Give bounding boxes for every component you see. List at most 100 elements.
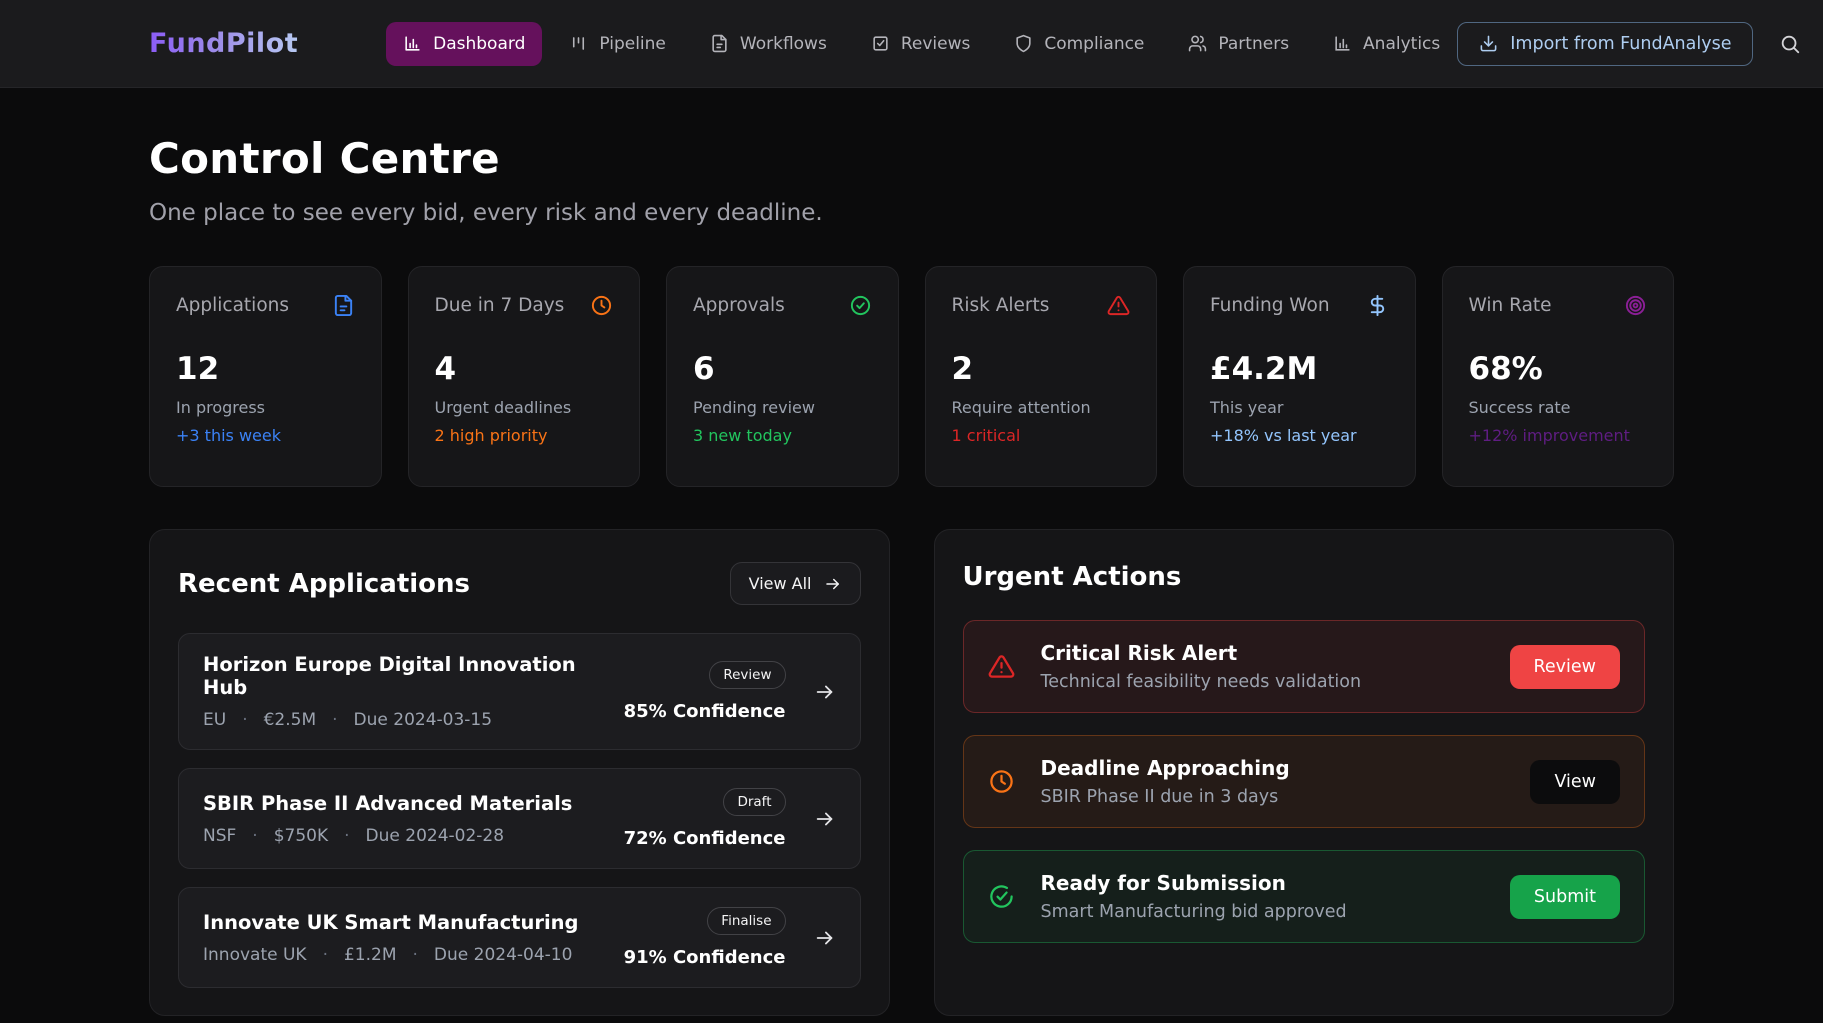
nav-item-analytics[interactable]: Analytics [1316, 22, 1457, 66]
application-amount: $750K [274, 826, 366, 846]
nav-item-dashboard[interactable]: Dashboard [386, 22, 542, 66]
file-text-icon [710, 34, 729, 53]
confidence-value: 91% Confidence [624, 947, 786, 968]
nav-item-workflows[interactable]: Workflows [693, 22, 844, 66]
recent-applications-title: Recent Applications [178, 569, 470, 599]
stat-card-risk-alerts[interactable]: Risk Alerts 2 Require attention 1 critic… [925, 266, 1158, 487]
stat-title: Win Rate [1469, 295, 1552, 316]
stat-card-due-in-7-days[interactable]: Due in 7 Days 4 Urgent deadlines 2 high … [408, 266, 641, 487]
status-badge: Review [709, 661, 785, 689]
stat-trend: +12% improvement [1469, 426, 1648, 445]
stat-value: 68% [1469, 351, 1648, 387]
stat-trend: 2 high priority [435, 426, 614, 445]
application-org: Innovate UK [203, 945, 344, 965]
application-org: NSF [203, 826, 274, 846]
top-nav: FundPilot Dashboard Pipeline Workflows R… [0, 0, 1823, 88]
download-icon [1479, 34, 1498, 53]
application-name: Innovate UK Smart Manufacturing [203, 911, 624, 934]
arrow-right-icon[interactable] [814, 927, 836, 949]
action-description: SBIR Phase II due in 3 days [1041, 787, 1505, 807]
application-name: Horizon Europe Digital Innovation Hub [203, 653, 624, 699]
nav-item-label: Dashboard [433, 34, 525, 54]
application-amount: €2.5M [264, 710, 354, 730]
nav-items: Dashboard Pipeline Workflows Reviews Com… [386, 22, 1457, 66]
urgent-actions-title: Urgent Actions [963, 562, 1182, 592]
import-from-fundanalyse-button[interactable]: Import from FundAnalyse [1457, 22, 1753, 66]
stat-trend: +18% vs last year [1210, 426, 1389, 445]
nav-item-label: Reviews [901, 34, 971, 54]
view-all-button[interactable]: View All [730, 562, 861, 605]
nav-item-compliance[interactable]: Compliance [997, 22, 1161, 66]
action-title: Ready for Submission [1041, 871, 1484, 895]
stat-value: £4.2M [1210, 351, 1389, 387]
application-row-innovate-uk[interactable]: Innovate UK Smart Manufacturing Innovate… [178, 887, 861, 988]
nav-item-label: Compliance [1044, 34, 1144, 54]
application-org: EU [203, 710, 264, 730]
nav-item-label: Workflows [740, 34, 827, 54]
shield-icon [1014, 34, 1033, 53]
application-due-date: Due 2024-03-15 [354, 710, 493, 730]
urgent-action-deadline: Deadline Approaching SBIR Phase II due i… [963, 735, 1646, 828]
urgent-actions-panel: Urgent Actions Critical Risk Alert Techn… [934, 529, 1675, 1016]
view-all-label: View All [749, 574, 812, 593]
stat-title: Funding Won [1210, 295, 1330, 316]
stat-value: 2 [952, 351, 1131, 387]
stat-subtitle: Urgent deadlines [435, 398, 614, 417]
application-row-sbir-phase-ii[interactable]: SBIR Phase II Advanced Materials NSF $75… [178, 768, 861, 869]
clock-icon [988, 768, 1015, 795]
stat-card-applications[interactable]: Applications 12 In progress +3 this week [149, 266, 382, 487]
document-icon [332, 294, 355, 317]
arrow-right-icon[interactable] [814, 681, 836, 703]
action-description: Technical feasibility needs validation [1041, 672, 1484, 692]
stat-title: Risk Alerts [952, 295, 1050, 316]
main-content: Control Centre One place to see every bi… [0, 134, 1823, 1016]
arrow-right-icon [824, 575, 842, 593]
application-amount: £1.2M [344, 945, 434, 965]
users-icon [1188, 34, 1207, 53]
recent-applications-panel: Recent Applications View All Horizon Eur… [149, 529, 890, 1016]
urgent-action-critical-risk: Critical Risk Alert Technical feasibilit… [963, 620, 1646, 713]
arrow-right-icon[interactable] [814, 808, 836, 830]
stat-title: Due in 7 Days [435, 295, 565, 316]
stat-subtitle: Require attention [952, 398, 1131, 417]
stat-card-funding-won[interactable]: Funding Won £4.2M This year +18% vs last… [1183, 266, 1416, 487]
stat-card-approvals[interactable]: Approvals 6 Pending review 3 new today [666, 266, 899, 487]
search-button[interactable] [1779, 33, 1801, 55]
submit-button[interactable]: Submit [1510, 875, 1620, 919]
stat-value: 12 [176, 351, 355, 387]
urgent-action-ready-submission: Ready for Submission Smart Manufacturing… [963, 850, 1646, 943]
check-circle-icon [988, 883, 1015, 910]
nav-item-reviews[interactable]: Reviews [854, 22, 988, 66]
alert-triangle-icon [988, 653, 1015, 680]
target-icon [1624, 294, 1647, 317]
application-row-horizon-europe[interactable]: Horizon Europe Digital Innovation Hub EU… [178, 633, 861, 750]
stat-subtitle: Pending review [693, 398, 872, 417]
page-subtitle: One place to see every bid, every risk a… [149, 200, 1674, 226]
bar-chart-icon [403, 34, 422, 53]
dollar-icon [1366, 294, 1389, 317]
nav-item-label: Partners [1218, 34, 1289, 54]
review-button[interactable]: Review [1510, 645, 1620, 689]
stat-subtitle: In progress [176, 398, 355, 417]
nav-item-partners[interactable]: Partners [1171, 22, 1306, 66]
action-title: Deadline Approaching [1041, 756, 1505, 780]
application-meta: EU €2.5M Due 2024-03-15 [203, 710, 624, 730]
stat-subtitle: This year [1210, 398, 1389, 417]
brand-logo: FundPilot [149, 28, 298, 59]
check-circle-icon [849, 294, 872, 317]
view-button[interactable]: View [1530, 760, 1620, 804]
stat-card-win-rate[interactable]: Win Rate 68% Success rate +12% improveme… [1442, 266, 1675, 487]
action-title: Critical Risk Alert [1041, 641, 1484, 665]
nav-item-label: Pipeline [599, 34, 666, 54]
application-name: SBIR Phase II Advanced Materials [203, 792, 624, 815]
stat-value: 4 [435, 351, 614, 387]
panels: Recent Applications View All Horizon Eur… [149, 529, 1674, 1016]
nav-item-pipeline[interactable]: Pipeline [552, 22, 683, 66]
stat-title: Applications [176, 295, 289, 316]
clock-icon [590, 294, 613, 317]
import-button-label: Import from FundAnalyse [1510, 34, 1731, 54]
status-badge: Draft [723, 788, 785, 816]
page-title: Control Centre [149, 134, 1674, 183]
stat-title: Approvals [693, 295, 785, 316]
stat-cards: Applications 12 In progress +3 this week… [149, 266, 1674, 487]
